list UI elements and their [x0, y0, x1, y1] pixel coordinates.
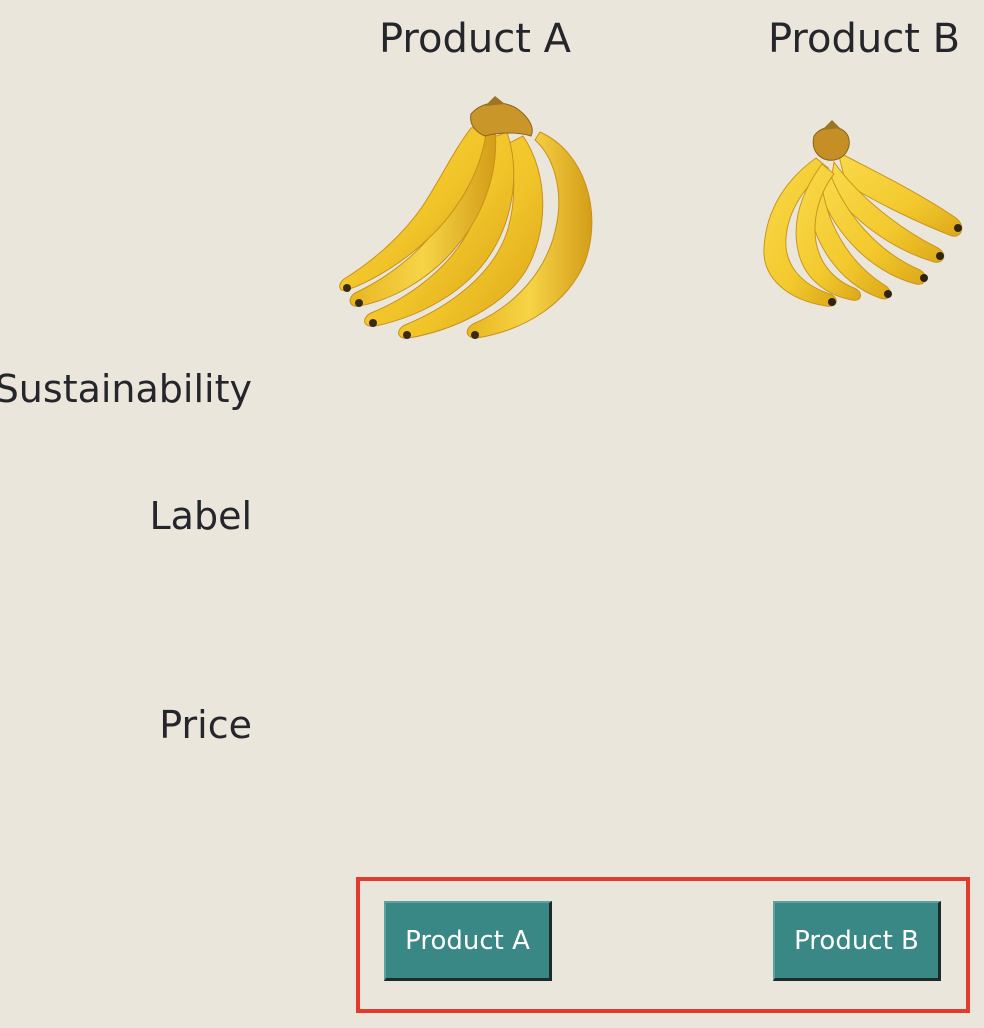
choose-product-b-button[interactable]: Product B — [773, 901, 941, 981]
choose-product-a-button[interactable]: Product A — [384, 901, 552, 981]
product-b-banana-image — [763, 120, 963, 307]
row-label-label: Label — [149, 494, 252, 538]
row-label-sustainability: Sustainability — [0, 367, 252, 411]
row-label-price: Price — [159, 703, 252, 747]
comparison-page: Product A Product B Sustainability Label… — [0, 0, 984, 1028]
product-b-header: Product B — [768, 16, 961, 62]
product-a-banana-image — [339, 96, 593, 339]
product-a-header: Product A — [379, 16, 571, 62]
